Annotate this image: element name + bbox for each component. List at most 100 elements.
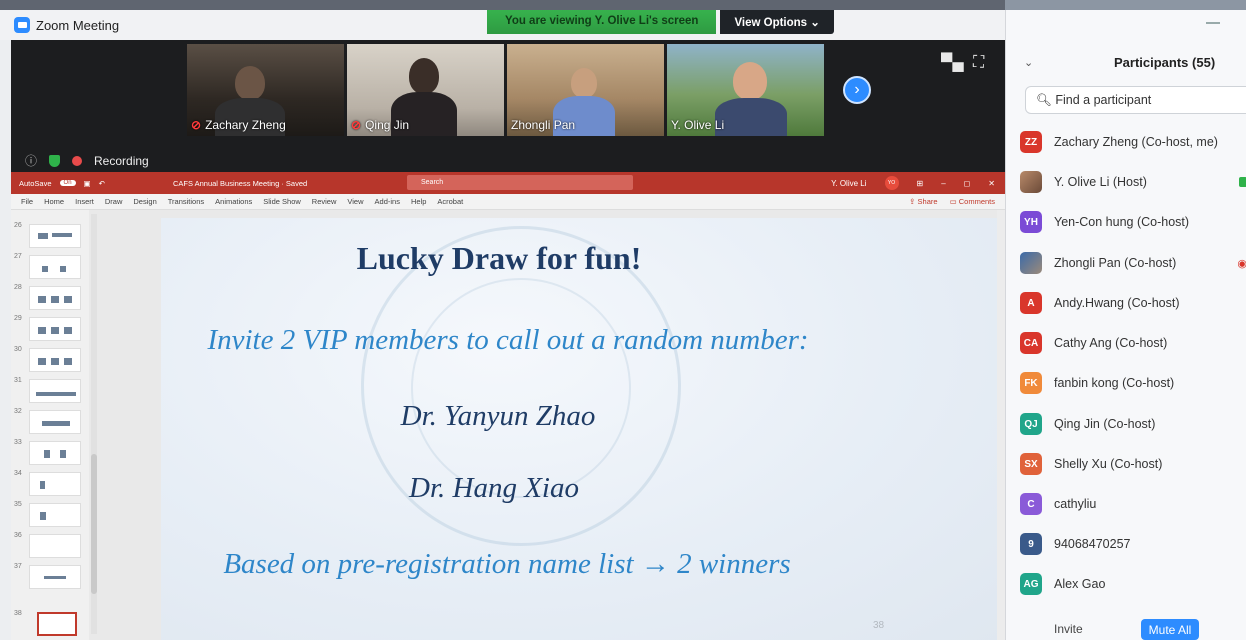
avatar: AG xyxy=(1020,573,1042,595)
participant-search-input[interactable]: 🔍︎ Find a participant xyxy=(1025,86,1246,114)
participant-row[interactable]: QJ Qing Jin (Co-host) xyxy=(1020,410,1246,438)
participant-row[interactable]: Y. Olive Li (Host) xyxy=(1020,168,1246,196)
invite-button[interactable]: Invite xyxy=(1054,622,1083,636)
mute-all-button[interactable]: Mute All xyxy=(1141,619,1199,640)
slide-scrollbar[interactable] xyxy=(997,210,1005,640)
slide-thumbnail[interactable]: 26 xyxy=(11,220,89,250)
video-tile-active[interactable]: Y. Olive Li xyxy=(667,44,824,136)
slide-thumbnail[interactable]: 31 xyxy=(11,375,89,405)
search-icon: 🔍︎ xyxy=(1036,93,1052,107)
avatar: FK xyxy=(1020,372,1042,394)
slide-thumbnail[interactable]: 29 xyxy=(11,313,89,343)
maximize-icon[interactable]: ◻ xyxy=(964,179,971,188)
avatar: SX xyxy=(1020,453,1042,475)
participant-row[interactable]: Zhongli Pan (Co-host) ◉ xyxy=(1020,249,1246,277)
menu-design[interactable]: Design xyxy=(133,197,156,206)
powerpoint-titlebar: AutoSave On ▣ ↶ CAFS Annual Business Mee… xyxy=(11,172,1005,194)
menu-review[interactable]: Review xyxy=(312,197,337,206)
video-tile[interactable]: Zhongli Pan xyxy=(507,44,664,136)
menu-animations[interactable]: Animations xyxy=(215,197,252,206)
chevron-down-icon[interactable]: ⌄ xyxy=(1024,56,1033,69)
avatar xyxy=(1020,171,1042,193)
avatar: C xyxy=(1020,493,1042,515)
security-shield-icon[interactable] xyxy=(49,154,61,167)
status-row: ⓘ Recording xyxy=(25,152,149,169)
slide-thumbnail-selected[interactable]: 38 xyxy=(11,608,89,638)
view-options-button[interactable]: View Options ⌄ xyxy=(720,10,834,34)
panel-minimize-icon[interactable] xyxy=(1206,22,1220,24)
menu-home[interactable]: Home xyxy=(44,197,64,206)
menu-help[interactable]: Help xyxy=(411,197,426,206)
recording-status-icon: ◉ xyxy=(1237,257,1246,270)
participant-row[interactable]: SX Shelly Xu (Co-host) xyxy=(1020,450,1246,478)
slide-page-number: 38 xyxy=(873,620,885,631)
slide-thumbnail[interactable]: 34 xyxy=(11,468,89,498)
menu-file[interactable]: File xyxy=(21,197,33,206)
avatar: 9 xyxy=(1020,533,1042,555)
top-edge xyxy=(0,0,1005,10)
participant-row[interactable]: Ccathyliu xyxy=(1020,490,1246,518)
participant-name: Qing Jin (Co-host) xyxy=(1054,417,1156,431)
ribbon-display-icon[interactable]: ⊞ xyxy=(917,179,924,188)
autosave-toggle[interactable]: On xyxy=(59,180,76,186)
menu-acrobat[interactable]: Acrobat xyxy=(437,197,463,206)
participant-row[interactable]: FK fanbin kong (Co-host) xyxy=(1020,369,1246,397)
participants-title: Participants (55) xyxy=(1114,54,1216,70)
save-icon[interactable]: ▣ xyxy=(84,179,91,188)
close-icon[interactable]: ✕ xyxy=(988,179,995,188)
slide-thumbnail[interactable]: 28 xyxy=(11,282,89,312)
slide-title: Lucky Draw for fun! xyxy=(356,240,642,276)
menu-view[interactable]: View xyxy=(347,197,363,206)
menu-draw[interactable]: Draw xyxy=(105,197,123,206)
slide-thumbnail[interactable]: 27 xyxy=(11,251,89,281)
participant-name: Cathy Ang (Co-host) xyxy=(1054,336,1168,350)
next-videos-button[interactable]: › xyxy=(843,76,871,104)
zoom-logo-icon xyxy=(14,17,30,33)
layout-icon[interactable]: ▀▄ xyxy=(941,54,964,72)
participant-name: Shelly Xu (Co-host) xyxy=(1054,457,1163,471)
muted-mic-icon: ⊘ xyxy=(191,118,202,132)
undo-icon[interactable]: ↶ xyxy=(99,179,105,188)
participant-row[interactable]: A Andy.Hwang (Co-host) xyxy=(1020,289,1246,317)
participant-name: Andy.Hwang (Co-host) xyxy=(1054,296,1180,310)
video-name: ⊘ Qing Jin xyxy=(351,118,410,132)
video-name: ⊘ Zachary Zheng xyxy=(191,118,286,132)
window-title: Zoom Meeting xyxy=(36,17,120,33)
menu-add-ins[interactable]: Add-ins xyxy=(375,197,400,206)
slide-thumbnail[interactable]: 33 xyxy=(11,437,89,467)
participant-row[interactable]: AG Alex Gao xyxy=(1020,570,1246,598)
video-tile[interactable]: ⊘ Zachary Zheng xyxy=(187,44,344,136)
fullscreen-icon[interactable]: ⛶ xyxy=(973,54,984,72)
video-name: Y. Olive Li xyxy=(671,118,725,132)
avatar: YH xyxy=(1020,211,1042,233)
slide-thumbnail[interactable]: 30 xyxy=(11,344,89,374)
comments-button[interactable]: ▭ Comments xyxy=(950,197,995,206)
slide-thumbnail[interactable]: 36 xyxy=(11,530,89,560)
participant-name: 94068470257 xyxy=(1054,537,1131,551)
menu-slide-show[interactable]: Slide Show xyxy=(263,197,301,206)
slide-thumbnail[interactable]: 35 xyxy=(11,499,89,529)
slide-thumbnail[interactable]: 32 xyxy=(11,406,89,436)
share-button[interactable]: ⇪ Share xyxy=(909,197,937,206)
video-tile[interactable]: ⊘ Qing Jin xyxy=(347,44,504,136)
participant-name: cathyliu xyxy=(1054,497,1097,511)
user-name: Y. Olive Li xyxy=(831,178,867,188)
menu-transitions[interactable]: Transitions xyxy=(168,197,204,206)
thumbnail-scrollbar[interactable] xyxy=(91,214,97,634)
muted-mic-icon: ⊘ xyxy=(351,118,362,132)
slide-canvas[interactable]: Lucky Draw for fun! Invite 2 VIP members… xyxy=(161,218,1005,640)
participant-row[interactable]: CA Cathy Ang (Co-host) xyxy=(1020,329,1246,357)
viewing-text: You are viewing Y. Olive Li's screen xyxy=(487,10,717,34)
participant-row[interactable]: ZZ Zachary Zheng (Co-host, me) xyxy=(1020,128,1246,156)
file-title: CAFS Annual Business Meeting · Saved xyxy=(172,178,308,188)
participant-row[interactable]: YH Yen-Con hung (Co-host) xyxy=(1020,208,1246,236)
share-status-icon xyxy=(1239,177,1246,187)
slide-thumbnail[interactable]: 37 xyxy=(11,561,89,591)
info-icon[interactable]: ⓘ xyxy=(25,152,37,169)
avatar[interactable]: YO xyxy=(884,176,899,190)
menu-insert[interactable]: Insert xyxy=(75,197,94,206)
search-input[interactable]: Search xyxy=(407,175,633,190)
minimize-icon[interactable]: – xyxy=(941,179,945,188)
participant-row[interactable]: 9 94068470257 xyxy=(1020,530,1246,558)
participant-name: Zachary Zheng (Co-host, me) xyxy=(1054,135,1218,149)
